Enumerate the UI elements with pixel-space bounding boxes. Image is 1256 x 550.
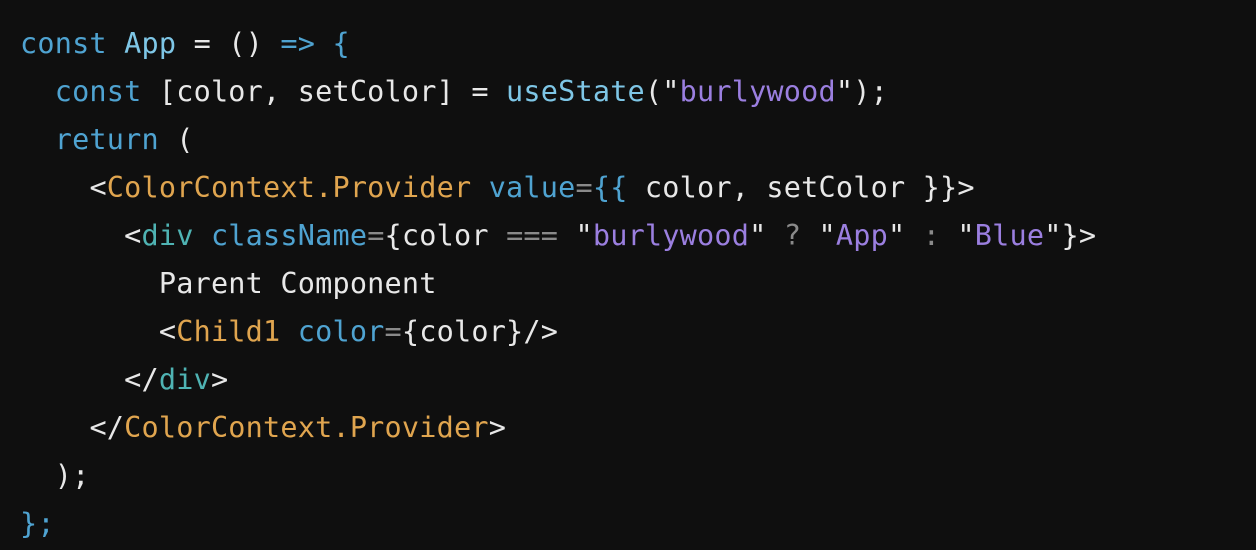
code-token: div: [141, 219, 194, 252]
code-line-2: const [color, setColor] = useState("burl…: [20, 68, 1256, 116]
code-token: const: [54, 75, 142, 108]
code-line-4: <ColorContext.Provider value={{ color, s…: [20, 164, 1256, 212]
code-token: Child1: [176, 315, 281, 348]
code-token: [color, setColor] =: [141, 75, 507, 108]
code-token: burlywood: [592, 219, 750, 252]
code-token: >: [210, 363, 229, 396]
code-token: </: [89, 411, 125, 444]
code-token: = (): [176, 27, 281, 60]
code-token: color, setColor }}>: [627, 171, 975, 204]
code-token: ===: [506, 219, 559, 252]
code-token: <: [124, 219, 142, 252]
code-token: </: [124, 363, 159, 396]
code-token: ": [558, 219, 593, 252]
code-token: App: [124, 27, 177, 60]
code-token: color: [297, 315, 385, 348]
code-line-8: </div>: [20, 356, 1256, 404]
code-token: "}>: [1044, 219, 1097, 252]
code-token: value: [488, 171, 576, 204]
code-token: ColorContext.Provider: [106, 171, 472, 204]
code-token: return: [54, 123, 159, 156]
code-editor[interactable]: const App = () => { const [color, setCol…: [0, 0, 1256, 550]
code-token: =: [384, 315, 402, 348]
code-line-6: Parent Component: [20, 260, 1256, 308]
code-token: {color}/>: [401, 315, 559, 348]
code-token: <: [89, 171, 107, 204]
code-token: {{: [592, 171, 628, 204]
code-token: {: [315, 27, 350, 60]
code-token: (: [158, 123, 194, 156]
code-line-5: <div className={color === "burlywood" ? …: [20, 212, 1256, 260]
code-token: ");: [835, 75, 888, 108]
code-token: Parent Component: [158, 267, 437, 300]
code-token: ?: [783, 219, 802, 252]
code-token: (": [644, 75, 680, 108]
code-line-9: </ColorContext.Provider>: [20, 404, 1256, 452]
code-token: {color: [384, 219, 507, 252]
code-token: burlywood: [679, 75, 836, 108]
code-line-1: const App = () => {: [20, 20, 1256, 68]
code-token: ": [940, 219, 975, 252]
code-token: =>: [280, 27, 316, 60]
code-line-7: <Child1 color={color}/>: [20, 308, 1256, 356]
code-token: div: [158, 363, 211, 396]
code-token: =: [367, 219, 385, 252]
code-token: ": [801, 219, 836, 252]
code-token: ": [887, 219, 923, 252]
code-line-3: return (: [20, 116, 1256, 164]
code-token: className: [210, 219, 368, 252]
code-token: ColorContext.Provider: [124, 411, 489, 444]
code-token: const: [20, 27, 107, 60]
code-token: :: [922, 219, 941, 252]
code-line-11: };: [20, 500, 1256, 548]
code-token: App: [835, 219, 888, 252]
code-line-10: );: [20, 452, 1256, 500]
code-token: );: [54, 459, 90, 492]
code-token: ": [749, 219, 784, 252]
code-token: };: [20, 507, 55, 540]
code-token: =: [575, 171, 593, 204]
code-token: Blue: [974, 219, 1045, 252]
code-token: <: [158, 315, 177, 348]
code-token: useState: [506, 75, 645, 108]
code-token: >: [488, 411, 507, 444]
